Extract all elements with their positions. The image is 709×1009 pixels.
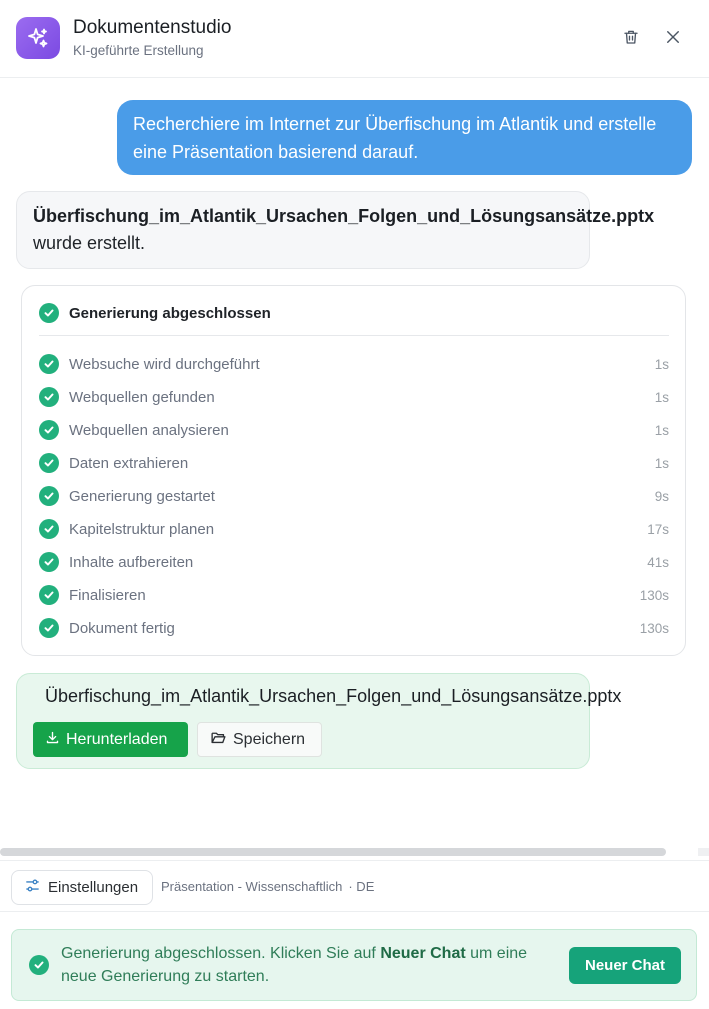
step-item: Inhalte aufbereiten 41s bbox=[39, 551, 669, 573]
scrollbar-thumb[interactable] bbox=[0, 848, 666, 856]
download-button-label: Herunterladen bbox=[66, 730, 168, 748]
header: Dokumentenstudio KI-geführte Erstellung bbox=[0, 0, 709, 78]
check-circle-icon bbox=[39, 618, 59, 638]
step-time: 41s bbox=[647, 554, 669, 570]
download-button[interactable]: Herunterladen bbox=[33, 722, 188, 757]
sliders-icon bbox=[24, 877, 41, 898]
step-time: 1s bbox=[654, 356, 669, 372]
app-title: Dokumentenstudio bbox=[73, 17, 232, 38]
bot-message-filename: Überfischung_im_Atlantik_Ursachen_Folgen… bbox=[33, 206, 655, 226]
settings-info-lang: · DE bbox=[348, 879, 375, 894]
steps-title: Generierung abgeschlossen bbox=[69, 305, 271, 322]
completion-banner: Generierung abgeschlossen. Klicken Sie a… bbox=[11, 929, 697, 1001]
trash-icon[interactable] bbox=[620, 26, 642, 48]
step-time: 1s bbox=[654, 389, 669, 405]
chat-area: Recherchiere im Internet zur Überfischun… bbox=[0, 79, 709, 859]
step-label: Websuche wird durchgeführt bbox=[69, 355, 260, 373]
step-time: 1s bbox=[654, 422, 669, 438]
folder-open-icon bbox=[210, 729, 227, 751]
banner-text-before: Generierung abgeschlossen. Klicken Sie a… bbox=[61, 945, 381, 962]
save-button-label: Speichern bbox=[233, 730, 306, 748]
settings-button[interactable]: Einstellungen bbox=[11, 870, 153, 905]
check-circle-icon bbox=[39, 387, 59, 407]
check-circle-icon bbox=[39, 453, 59, 473]
check-circle-icon bbox=[39, 303, 59, 323]
settings-bar: Einstellungen Präsentation - Wissenschaf… bbox=[0, 860, 709, 912]
step-item: Dokument fertig 130s bbox=[39, 617, 669, 639]
step-label: Webquellen gefunden bbox=[69, 388, 215, 406]
horizontal-scrollbar[interactable] bbox=[0, 848, 709, 860]
step-time: 9s bbox=[654, 488, 669, 504]
step-label: Dokument fertig bbox=[69, 619, 175, 637]
step-label: Generierung gestartet bbox=[69, 487, 215, 505]
step-item: Webquellen analysieren 1s bbox=[39, 419, 669, 441]
file-card: Überfischung_im_Atlantik_Ursachen_Folgen… bbox=[16, 673, 621, 769]
check-circle-icon bbox=[39, 519, 59, 539]
step-item: Kapitelstruktur planen 17s bbox=[39, 518, 669, 540]
bot-message: Überfischung_im_Atlantik_Ursachen_Folgen… bbox=[16, 191, 655, 269]
step-time: 130s bbox=[639, 587, 669, 603]
settings-info: Präsentation - Wissenschaftlich · DE bbox=[161, 879, 374, 894]
settings-button-label: Einstellungen bbox=[48, 879, 139, 896]
settings-info-type: Präsentation - Wissenschaftlich bbox=[161, 879, 343, 894]
app-subtitle: KI-geführte Erstellung bbox=[73, 43, 204, 58]
new-chat-button[interactable]: Neuer Chat bbox=[569, 947, 681, 984]
step-time: 17s bbox=[647, 521, 669, 537]
step-item: Finalisieren 130s bbox=[39, 584, 669, 606]
bot-message-suffix: wurde erstellt. bbox=[33, 233, 146, 253]
step-time: 130s bbox=[639, 620, 669, 636]
check-circle-icon bbox=[39, 420, 59, 440]
check-circle-icon bbox=[39, 552, 59, 572]
step-label: Daten extrahieren bbox=[69, 454, 189, 472]
sparkles-icon bbox=[16, 17, 60, 59]
banner-message: Generierung abgeschlossen. Klicken Sie a… bbox=[61, 942, 561, 988]
step-label: Kapitelstruktur planen bbox=[69, 520, 215, 538]
step-item: Webquellen gefunden 1s bbox=[39, 386, 669, 408]
step-item: Daten extrahieren 1s bbox=[39, 452, 669, 474]
check-circle-icon bbox=[29, 955, 49, 975]
scrollbar-track-end bbox=[698, 848, 709, 856]
step-label: Webquellen analysieren bbox=[69, 421, 229, 439]
step-label: Inhalte aufbereiten bbox=[69, 553, 194, 571]
banner-text-bold: Neuer Chat bbox=[380, 945, 466, 962]
step-item: Generierung gestartet 9s bbox=[39, 485, 669, 507]
download-icon bbox=[45, 730, 60, 750]
check-circle-icon bbox=[39, 354, 59, 374]
check-circle-icon bbox=[39, 585, 59, 605]
check-circle-icon bbox=[39, 486, 59, 506]
user-message: Recherchiere im Internet zur Überfischun… bbox=[117, 100, 692, 175]
file-card-filename: Überfischung_im_Atlantik_Ursachen_Folgen… bbox=[45, 686, 622, 706]
step-item: Websuche wird durchgeführt 1s bbox=[39, 353, 669, 375]
step-label: Finalisieren bbox=[69, 586, 146, 604]
steps-header: Generierung abgeschlossen bbox=[39, 303, 669, 336]
steps-card: Generierung abgeschlossen Websuche wird … bbox=[21, 285, 686, 656]
step-time: 1s bbox=[654, 455, 669, 471]
close-icon[interactable] bbox=[662, 26, 684, 48]
save-button[interactable]: Speichern bbox=[197, 722, 322, 757]
